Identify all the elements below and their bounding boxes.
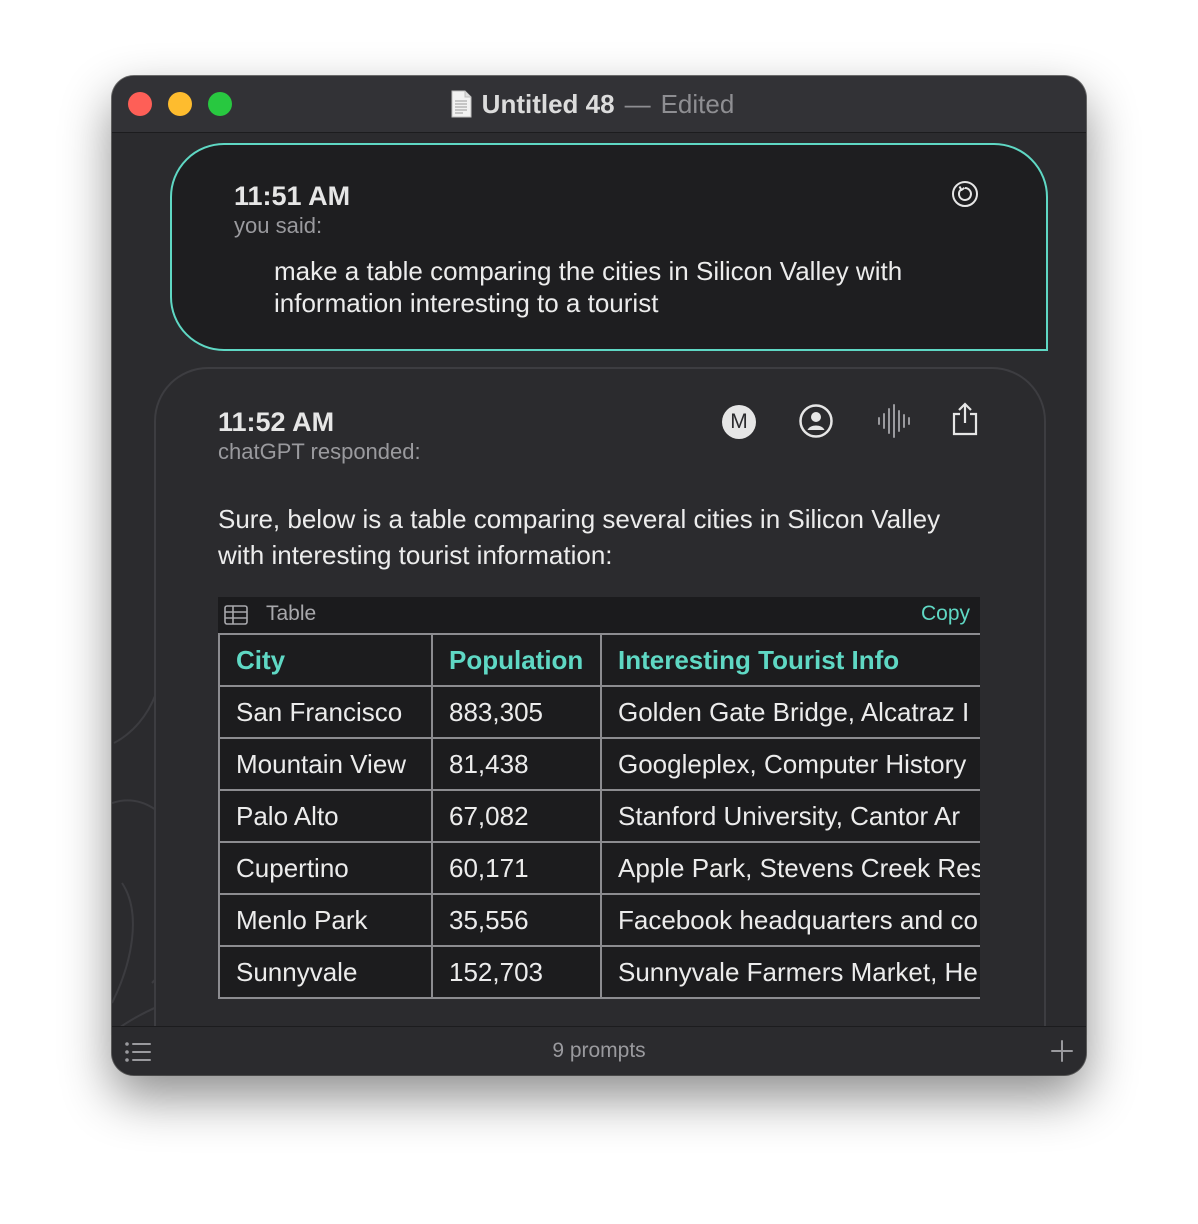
table-cell: 67,082 [431, 789, 602, 843]
table-cell: Menlo Park [218, 893, 433, 947]
table-cell: 60,171 [431, 841, 602, 895]
table-cell: San Francisco [218, 685, 433, 739]
title-separator: — [624, 88, 651, 119]
prompt-card: 11:51 AM you said: make a table comparin… [170, 143, 1048, 351]
cities-table: City Population Interesting Tourist Info… [218, 633, 980, 999]
plus-icon[interactable] [1050, 1039, 1074, 1063]
table-cell: Mountain View [218, 737, 433, 791]
document-name: Untitled 48 [481, 88, 615, 119]
table-cell: Palo Alto [218, 789, 433, 843]
prompt-count: 9 prompts [552, 1039, 646, 1062]
model-badge[interactable]: M [722, 405, 756, 439]
table-row: Palo Alto 67,082 Stanford University, Ca… [218, 789, 980, 843]
table-header-row: City Population Interesting Tourist Info [218, 633, 980, 687]
redo-icon[interactable] [950, 179, 980, 209]
table-cell: Stanford University, Cantor Ar [600, 789, 980, 843]
table-icon [224, 605, 248, 625]
table-cell: Apple Park, Stevens Creek Res [600, 841, 980, 895]
table-row: San Francisco 883,305 Golden Gate Bridge… [218, 685, 980, 739]
table-cell: Sunnyvale Farmers Market, He [600, 945, 980, 999]
table-cell: 152,703 [431, 945, 602, 999]
table-row: Mountain View 81,438 Googleplex, Compute… [218, 737, 980, 791]
user-circle-icon[interactable] [798, 403, 834, 439]
column-header: City [218, 633, 433, 687]
response-speaker: chatGPT responded: [218, 439, 421, 464]
column-header: Population [431, 633, 602, 687]
copy-table-button[interactable]: Copy [921, 602, 970, 626]
table-row: Cupertino 60,171 Apple Park, Stevens Cre… [218, 841, 980, 895]
response-card: 11:52 AM chatGPT responded: M Sure, belo… [154, 367, 1046, 1027]
app-window: Untitled 48 — Edited 11:51 AM you said: … [112, 76, 1086, 1075]
table-cell: Googleplex, Computer History [600, 737, 980, 791]
table-cell: 883,305 [431, 685, 602, 739]
response-table-block: Table Copy City Population Interesting T… [218, 597, 980, 1017]
window-title: Untitled 48 — Edited [112, 76, 1086, 132]
prompt-speaker: you said: [234, 213, 323, 238]
table-cell: 35,556 [431, 893, 602, 947]
conversation-area[interactable]: 11:51 AM you said: make a table comparin… [112, 133, 1086, 1027]
title-bar: Untitled 48 — Edited [112, 76, 1086, 133]
share-icon[interactable] [950, 401, 980, 437]
edit-status: Edited [660, 88, 735, 119]
column-header: Interesting Tourist Info [600, 633, 980, 687]
table-cell: Facebook headquarters and co [600, 893, 980, 947]
table-cell: Cupertino [218, 841, 433, 895]
response-text[interactable]: Sure, below is a table comparing several… [218, 501, 988, 573]
waveform-icon[interactable] [876, 403, 912, 439]
table-header-bar: Table Copy [218, 597, 980, 633]
bottom-bar: 9 prompts [112, 1026, 1086, 1075]
table-cell: 81,438 [431, 737, 602, 791]
table-cell: Sunnyvale [218, 945, 433, 999]
table-label: Table [266, 602, 317, 625]
prompt-time: 11:51 AM [234, 181, 351, 211]
table-cell: Golden Gate Bridge, Alcatraz I [600, 685, 980, 739]
response-time: 11:52 AM [218, 407, 335, 437]
document-icon [451, 90, 472, 118]
table-row: Menlo Park 35,556 Facebook headquarters … [218, 893, 980, 947]
table-row: Sunnyvale 152,703 Sunnyvale Farmers Mark… [218, 945, 980, 999]
prompt-text[interactable]: make a table comparing the cities in Sil… [274, 255, 974, 319]
